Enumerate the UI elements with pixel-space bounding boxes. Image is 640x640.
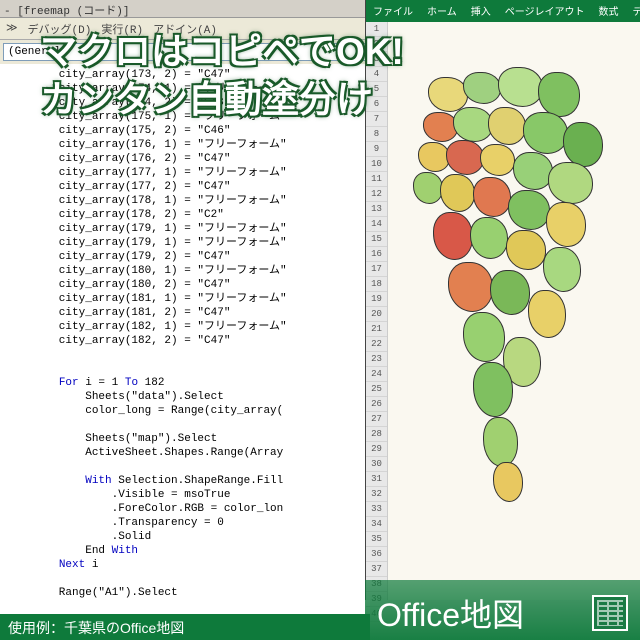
row-header[interactable]: 16 bbox=[366, 247, 387, 262]
map-region[interactable] bbox=[483, 417, 518, 467]
map-region[interactable] bbox=[490, 270, 530, 315]
row-header[interactable]: 10 bbox=[366, 157, 387, 172]
row-header[interactable]: 29 bbox=[366, 442, 387, 457]
row-header[interactable]: 8 bbox=[366, 127, 387, 142]
ribbon-tab-5[interactable]: データ bbox=[626, 0, 640, 23]
row-header[interactable]: 30 bbox=[366, 457, 387, 472]
excel-sheet: 1234567891011121314151617181920212223242… bbox=[366, 22, 640, 600]
row-header[interactable]: 27 bbox=[366, 412, 387, 427]
row-header[interactable]: 12 bbox=[366, 187, 387, 202]
map-region[interactable] bbox=[446, 140, 484, 175]
row-header[interactable]: 13 bbox=[366, 202, 387, 217]
row-header[interactable]: 18 bbox=[366, 277, 387, 292]
row-header[interactable]: 9 bbox=[366, 142, 387, 157]
row-header[interactable]: 19 bbox=[366, 292, 387, 307]
map-region[interactable] bbox=[428, 77, 468, 112]
row-header[interactable]: 33 bbox=[366, 502, 387, 517]
map-region[interactable] bbox=[488, 107, 526, 145]
headline-line2: カンタン自動塗分け bbox=[40, 76, 404, 124]
map-region[interactable] bbox=[523, 112, 568, 154]
row-header[interactable]: 14 bbox=[366, 217, 387, 232]
ribbon-tab-4[interactable]: 数式 bbox=[592, 0, 626, 23]
map-region[interactable] bbox=[463, 72, 501, 104]
row-header[interactable]: 31 bbox=[366, 472, 387, 487]
row-header[interactable]: 15 bbox=[366, 232, 387, 247]
row-header[interactable]: 17 bbox=[366, 262, 387, 277]
row-header[interactable]: 11 bbox=[366, 172, 387, 187]
map-region[interactable] bbox=[493, 462, 523, 502]
map-region[interactable] bbox=[463, 312, 505, 362]
promo-headline: マクロはコピペでOK! カンタン自動塗分け bbox=[40, 28, 404, 124]
map-region[interactable] bbox=[548, 162, 593, 204]
map-region[interactable] bbox=[473, 177, 511, 217]
row-header[interactable]: 32 bbox=[366, 487, 387, 502]
map-region[interactable] bbox=[543, 247, 581, 292]
excel-panel: ファイルホーム挿入ページレイアウト数式データ校閲 123456789101112… bbox=[365, 0, 640, 600]
ribbon-tab-0[interactable]: ファイル bbox=[366, 0, 420, 23]
row-header[interactable]: 25 bbox=[366, 382, 387, 397]
map-region[interactable] bbox=[440, 174, 475, 212]
ribbon-tab-1[interactable]: ホーム bbox=[420, 0, 464, 23]
map-region[interactable] bbox=[498, 67, 543, 107]
ribbon-tab-2[interactable]: 挿入 bbox=[464, 0, 498, 23]
row-header[interactable]: 26 bbox=[366, 397, 387, 412]
map-region[interactable] bbox=[453, 107, 493, 142]
map-region[interactable] bbox=[433, 212, 473, 260]
map-region[interactable] bbox=[513, 152, 553, 190]
row-header[interactable]: 28 bbox=[366, 427, 387, 442]
footer-brand-text: Office地図 bbox=[377, 590, 524, 636]
row-header[interactable]: 20 bbox=[366, 307, 387, 322]
row-header[interactable]: 34 bbox=[366, 517, 387, 532]
footer-brand: Office地図 bbox=[365, 580, 640, 640]
map-region[interactable] bbox=[546, 202, 586, 247]
excel-icon bbox=[592, 595, 628, 631]
vba-code-area[interactable]: city_array(173, 2) = "C47" city_array(17… bbox=[0, 64, 370, 624]
row-header[interactable]: 24 bbox=[366, 367, 387, 382]
row-header[interactable]: 23 bbox=[366, 352, 387, 367]
map-region[interactable] bbox=[563, 122, 603, 167]
map-region[interactable] bbox=[473, 362, 513, 417]
map-region[interactable] bbox=[506, 230, 546, 270]
map-region[interactable] bbox=[480, 144, 515, 176]
row-header[interactable]: 21 bbox=[366, 322, 387, 337]
vba-window-title: - [freemap (コード)] bbox=[0, 0, 370, 18]
map-region[interactable] bbox=[538, 72, 580, 117]
map-region[interactable] bbox=[508, 190, 550, 230]
excel-ribbon: ファイルホーム挿入ページレイアウト数式データ校閲 bbox=[366, 0, 640, 22]
headline-line1: マクロはコピペでOK! bbox=[40, 28, 404, 76]
row-header[interactable]: 37 bbox=[366, 562, 387, 577]
map-region[interactable] bbox=[528, 290, 566, 338]
map-region[interactable] bbox=[448, 262, 493, 312]
footer-caption: 使用例：千葉県のOffice地図 bbox=[0, 614, 370, 640]
row-header[interactable]: 35 bbox=[366, 532, 387, 547]
row-header[interactable]: 22 bbox=[366, 337, 387, 352]
map-canvas[interactable] bbox=[388, 22, 640, 600]
map-region[interactable] bbox=[413, 172, 443, 204]
map-region[interactable] bbox=[470, 217, 508, 259]
row-header[interactable]: 36 bbox=[366, 547, 387, 562]
ribbon-tab-3[interactable]: ページレイアウト bbox=[498, 0, 592, 23]
